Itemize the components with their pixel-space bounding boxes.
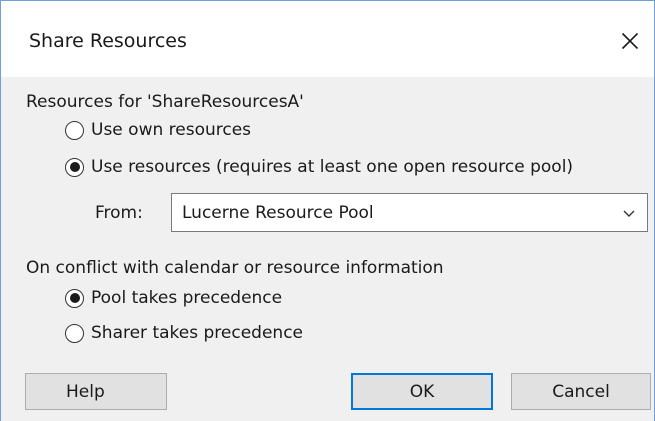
radio-selected-dot — [69, 162, 80, 172]
radio-button-unselected[interactable] — [65, 120, 84, 140]
resources-group-label: Resources for 'ShareResourcesA' — [26, 92, 304, 112]
help-button[interactable]: Help — [25, 373, 167, 410]
radio-button-selected[interactable] — [65, 288, 84, 308]
radio-sharer-takes-precedence[interactable]: Sharer takes precedence — [65, 322, 303, 344]
radio-label-use-pool-resources: Use resources (requires at least one ope… — [91, 157, 574, 177]
conflict-group-label: On conflict with calendar or resource in… — [26, 258, 444, 278]
radio-use-pool-resources[interactable]: Use resources (requires at least one ope… — [65, 156, 573, 178]
title-bar: Share Resources — [1, 1, 654, 77]
close-button[interactable] — [604, 15, 654, 67]
close-icon — [621, 32, 639, 50]
radio-use-own-resources[interactable]: Use own resources — [65, 119, 251, 141]
dialog-title: Share Resources — [29, 30, 187, 52]
radio-label-pool-takes-precedence: Pool takes precedence — [91, 288, 283, 308]
radio-label-sharer-takes-precedence: Sharer takes precedence — [91, 323, 303, 343]
radio-button-unselected[interactable] — [65, 323, 84, 343]
radio-label-use-own-resources: Use own resources — [91, 120, 252, 140]
radio-pool-takes-precedence[interactable]: Pool takes precedence — [65, 287, 282, 309]
resource-pool-value: Lucerne Resource Pool — [182, 203, 374, 223]
share-resources-dialog: Share Resources Resources for 'ShareReso… — [0, 0, 655, 421]
ok-button[interactable]: OK — [351, 373, 493, 410]
from-label: From: — [95, 203, 143, 223]
resource-pool-dropdown[interactable]: Lucerne Resource Pool — [171, 193, 648, 232]
cancel-button[interactable]: Cancel — [511, 373, 651, 410]
chevron-down-icon — [623, 210, 635, 217]
radio-selected-dot — [69, 293, 80, 303]
radio-button-selected[interactable] — [65, 157, 84, 177]
